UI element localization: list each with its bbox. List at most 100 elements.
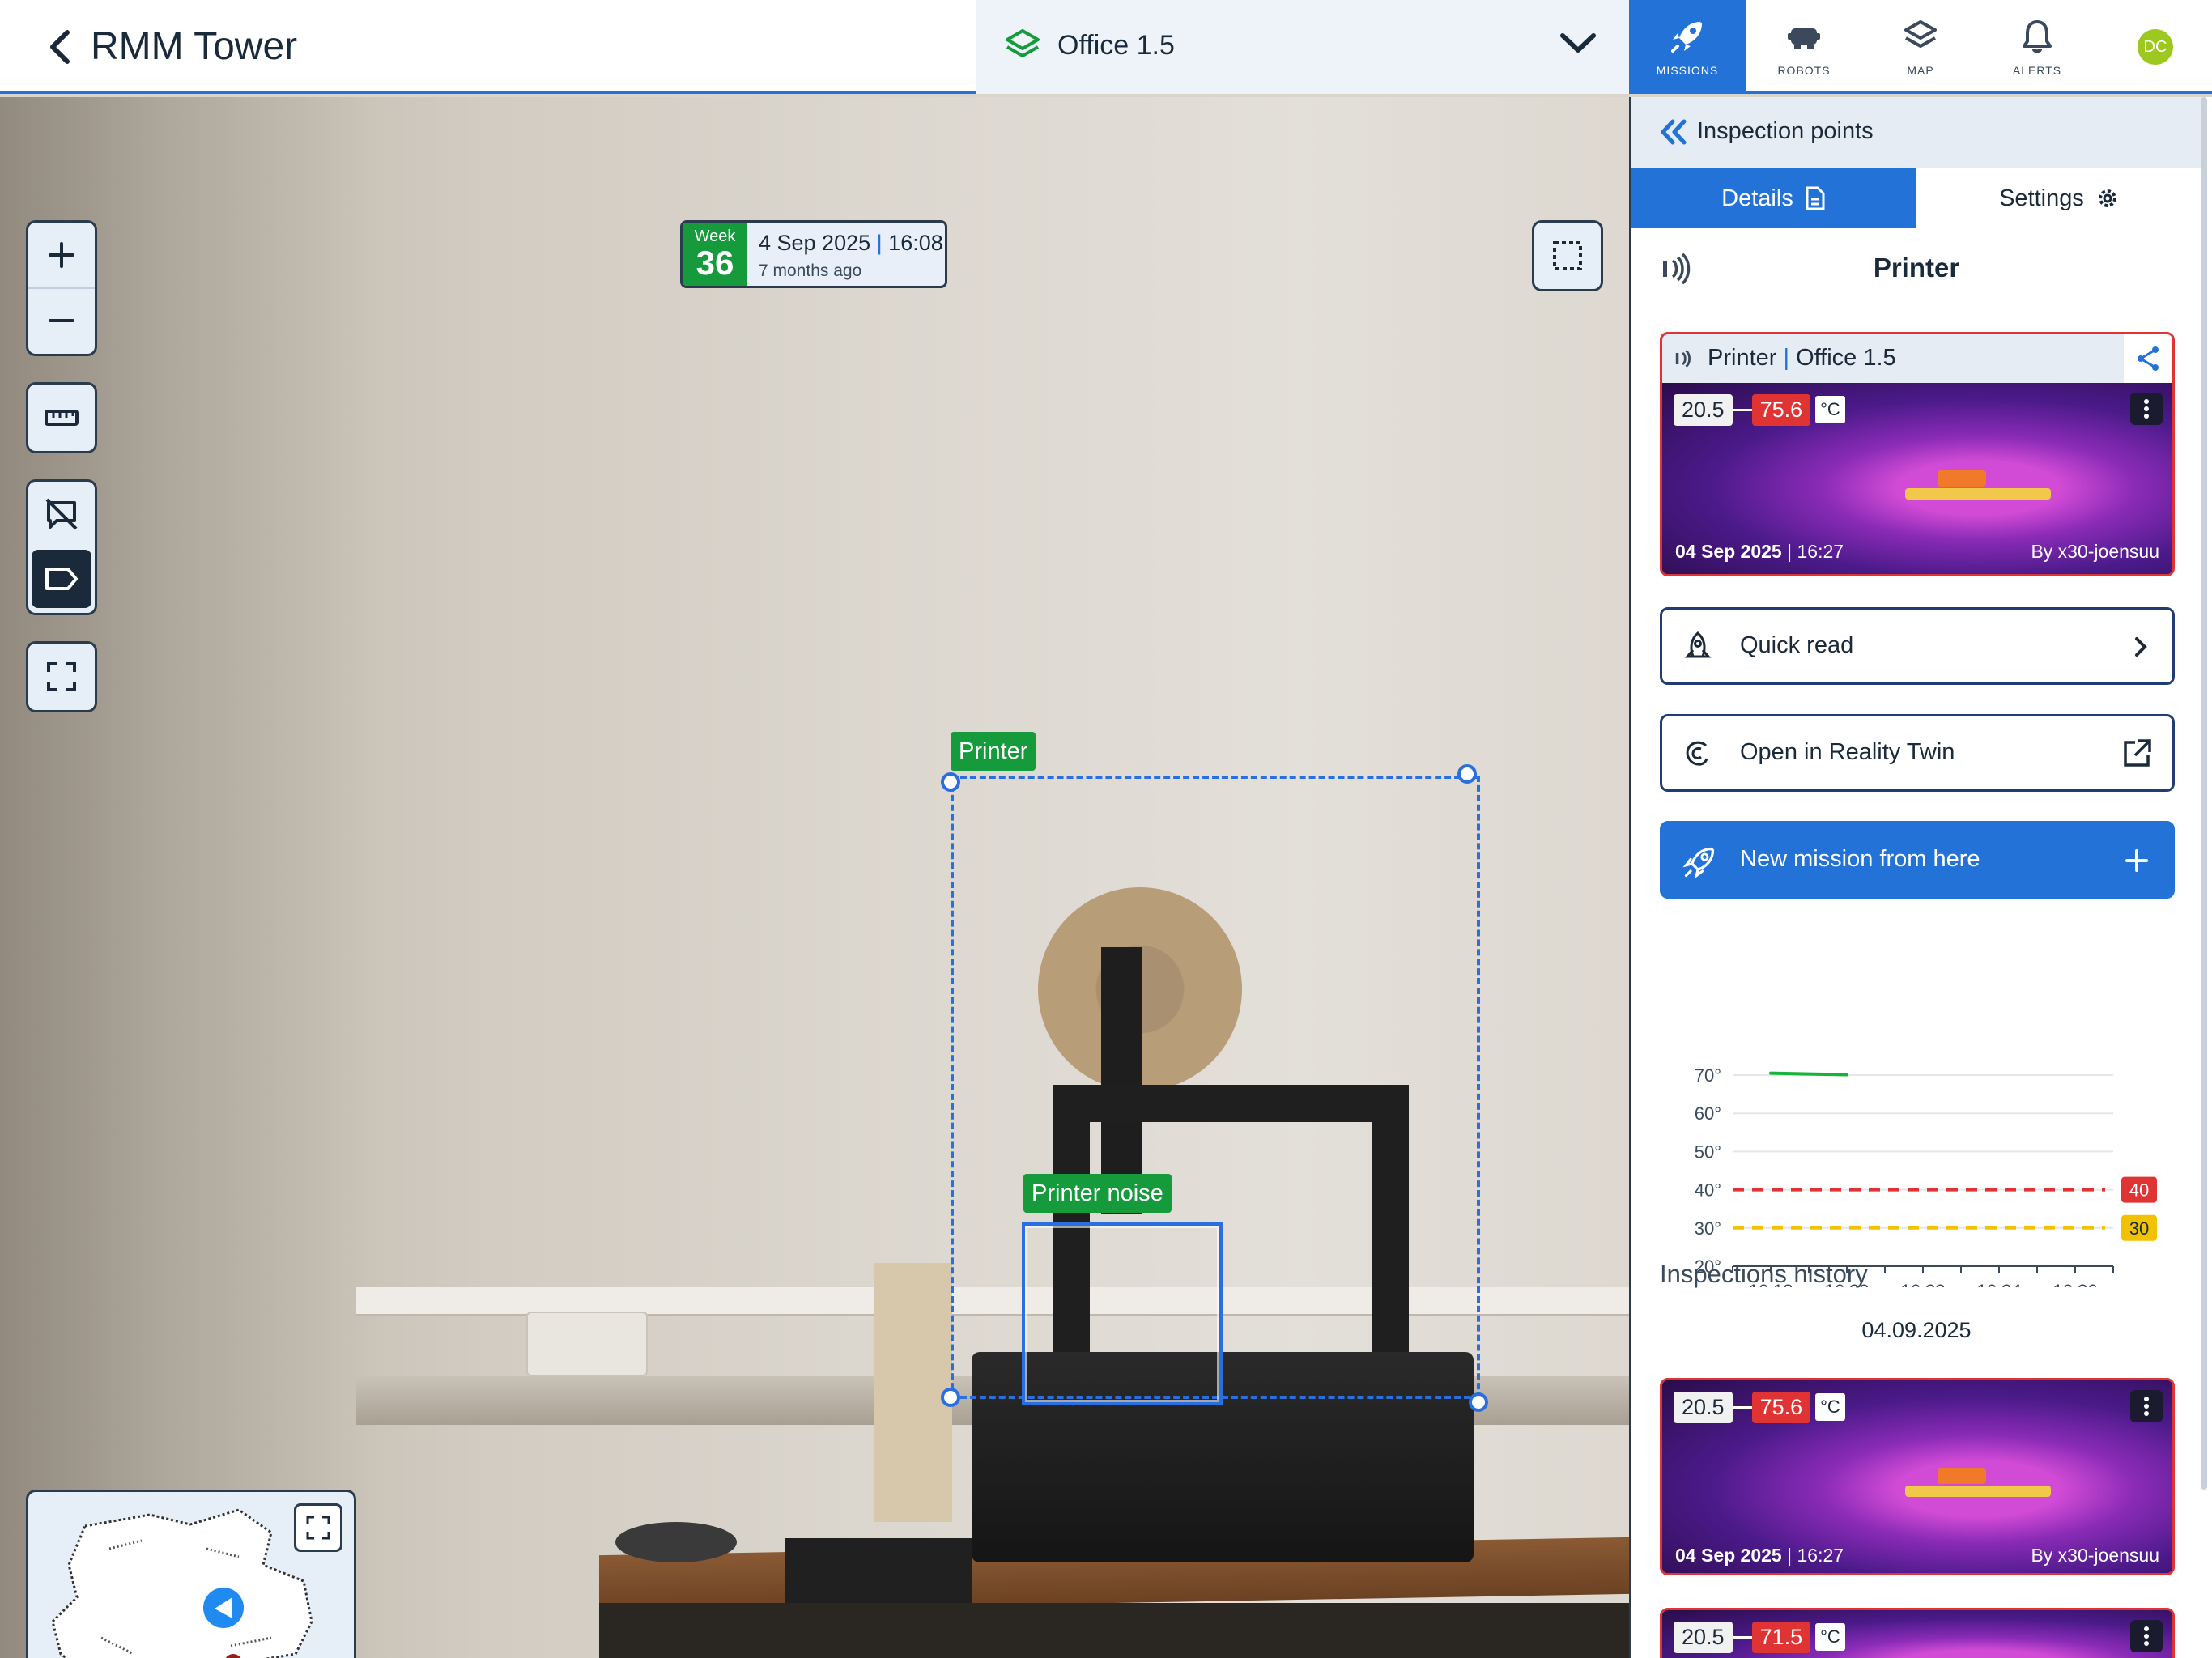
annotation-label-printer[interactable]: Printer [951,732,1036,771]
chart-y-tick-label: 70° [1695,1065,1721,1086]
disc-object [615,1522,737,1562]
thermal-image[interactable]: 20.5 75.6 °C 04 Sep 2025 | 16:27 By x30-… [1662,383,2172,574]
tab-map-label: MAP [1907,64,1934,77]
bbox-handle[interactable] [1469,1392,1488,1412]
double-chevron-left-icon [1661,119,1687,145]
tab-alerts[interactable]: ALERTS [1979,0,2095,94]
minimap[interactable] [26,1490,356,1658]
latest-reading-card[interactable]: Printer | Office 1.5 20.5 75.6 °C 04 Sep… [1660,332,2175,576]
chart-y-tick-label: 60° [1695,1103,1721,1124]
tab-settings[interactable]: Settings [1916,168,2202,228]
robot-position-icon [203,1588,244,1628]
history-card[interactable]: 20.5 71.5 °C [1660,1608,2175,1658]
tab-robots-label: ROBOTS [1777,64,1831,77]
layers-icon [1006,29,1040,57]
inspection-panel: Inspection points Details Settings Print… [1629,97,2212,1658]
tab-robots[interactable]: ROBOTS [1746,0,1862,94]
quick-read-button[interactable]: Quick read [1660,607,2175,685]
panel-header[interactable]: Inspection points [1631,97,2202,168]
main-nav: MISSIONS ROBOTS MAP ALERTS [1629,0,2095,94]
more-options-button[interactable] [2130,1390,2163,1422]
tag-icon [45,568,78,590]
rocket-icon [1682,847,1715,879]
thermal-hotspot [1905,488,2051,500]
printer-box [785,1538,972,1603]
temp-unit: °C [1815,1393,1845,1421]
zoom-in-button[interactable] [28,223,95,287]
new-mission-button[interactable]: New mission from here [1660,821,2175,899]
chart-x-tick-label: 16:26 [2052,1281,2097,1287]
tab-missions[interactable]: MISSIONS [1629,0,1746,94]
capture-caption: 04 Sep 2025 | 16:27 By x30-joensuu [1675,541,2159,563]
floor-selector[interactable]: Office 1.5 [976,0,1629,94]
card-header: Printer | Office 1.5 [1662,334,2172,383]
share-button[interactable] [2124,334,2172,383]
label-toggle-group [26,479,97,615]
capture-when: 04 Sep 2025 | 16:27 [1675,541,1844,562]
panorama-viewer[interactable]: Printer Printer noise Week 36 4 Sep 2025… [0,97,1629,1658]
panel-tabs: Details Settings [1631,168,2202,228]
minus-icon [49,319,74,322]
annotation-label-printer-noise[interactable]: Printer noise [1023,1174,1172,1213]
fullscreen-button[interactable] [26,641,97,712]
tab-details[interactable]: Details [1631,168,1916,228]
plus-icon [49,242,74,268]
bell-icon [2023,20,2052,53]
kebab-icon [2144,1397,2149,1416]
thermal-image[interactable]: 20.5 71.5 °C [1662,1610,2172,1658]
separator: | [876,231,883,255]
minimap-expand-button[interactable] [294,1503,342,1552]
separator: | [1783,345,1790,371]
wall-outlet [526,1312,648,1376]
capture-time-text: 16:08 [888,231,943,255]
history-date: 04.09.2025 [1861,1318,1972,1342]
reality-twin-button[interactable]: Open in Reality Twin [1660,714,2175,792]
kebab-icon [2144,399,2149,419]
capture-date: 04 Sep 2025 [1675,1545,1782,1566]
more-options-button[interactable] [2130,393,2163,425]
temp-max: 75.6 [1751,1391,1811,1423]
capture-time: 16:27 [1797,541,1844,562]
zoom-out-button[interactable] [28,287,95,352]
bbox-handle[interactable] [1457,764,1477,784]
measure-button[interactable] [26,382,97,453]
threshold-label: 40 [2129,1180,2149,1201]
gear-icon [2098,189,2116,207]
annotation-box-printer-noise[interactable] [1022,1222,1223,1405]
location-marker-icon [225,1654,241,1658]
capture-robot: By x30-joensuu [2031,1545,2159,1566]
share-icon [2138,346,2159,371]
show-labels-button[interactable] [32,550,91,608]
history-card[interactable]: 20.5 75.6 °C 04 Sep 2025 | 16:27 By x30-… [1660,1378,2175,1575]
chart-x-tick-label: 16:22 [1900,1281,1945,1287]
hide-labels-button[interactable] [28,482,95,546]
avatar[interactable]: DC [2138,29,2173,65]
tab-map[interactable]: MAP [1862,0,1979,94]
capture-robot: By x30-joensuu [2031,541,2159,562]
rocket-outline-icon [1684,631,1712,658]
capture-date[interactable]: Week 36 4 Sep 2025 | 16:08 7 months ago [680,220,947,288]
thermal-hotspot [1905,1486,2051,1497]
label-off-icon [45,498,78,530]
bbox-handle[interactable] [941,1388,960,1407]
fullscreen-icon [47,662,76,691]
panel-scrollbar[interactable] [2201,97,2207,1490]
back-button[interactable] [36,21,84,73]
tab-missions-label: MISSIONS [1656,64,1719,77]
tab-settings-label: Settings [1999,185,2084,211]
quick-read-label: Quick read [1740,632,1854,658]
selection-icon [1553,241,1582,270]
capture-date-text: 4 Sep 2025 [759,231,871,255]
thermal-image[interactable]: 20.5 75.6 °C 04 Sep 2025 | 16:27 By x30-… [1662,1380,2172,1573]
reality-twin-icon [1686,741,1708,766]
temperature-chart[interactable]: 70°60°50°40°30°20°16:1816:2016:2216:2416… [1660,947,2175,1287]
layers-icon [1904,20,1937,48]
area-select-button[interactable] [1532,220,1603,291]
more-options-button[interactable] [2130,1620,2163,1652]
bbox-handle[interactable] [941,772,960,792]
temp-min: 20.5 [1674,1391,1733,1423]
robot-icon [1788,28,1820,49]
range-dash [1732,1405,1752,1409]
temperature-range: 20.5 71.5 °C [1674,1620,1845,1654]
capture-date: 04 Sep 2025 [1675,541,1782,562]
